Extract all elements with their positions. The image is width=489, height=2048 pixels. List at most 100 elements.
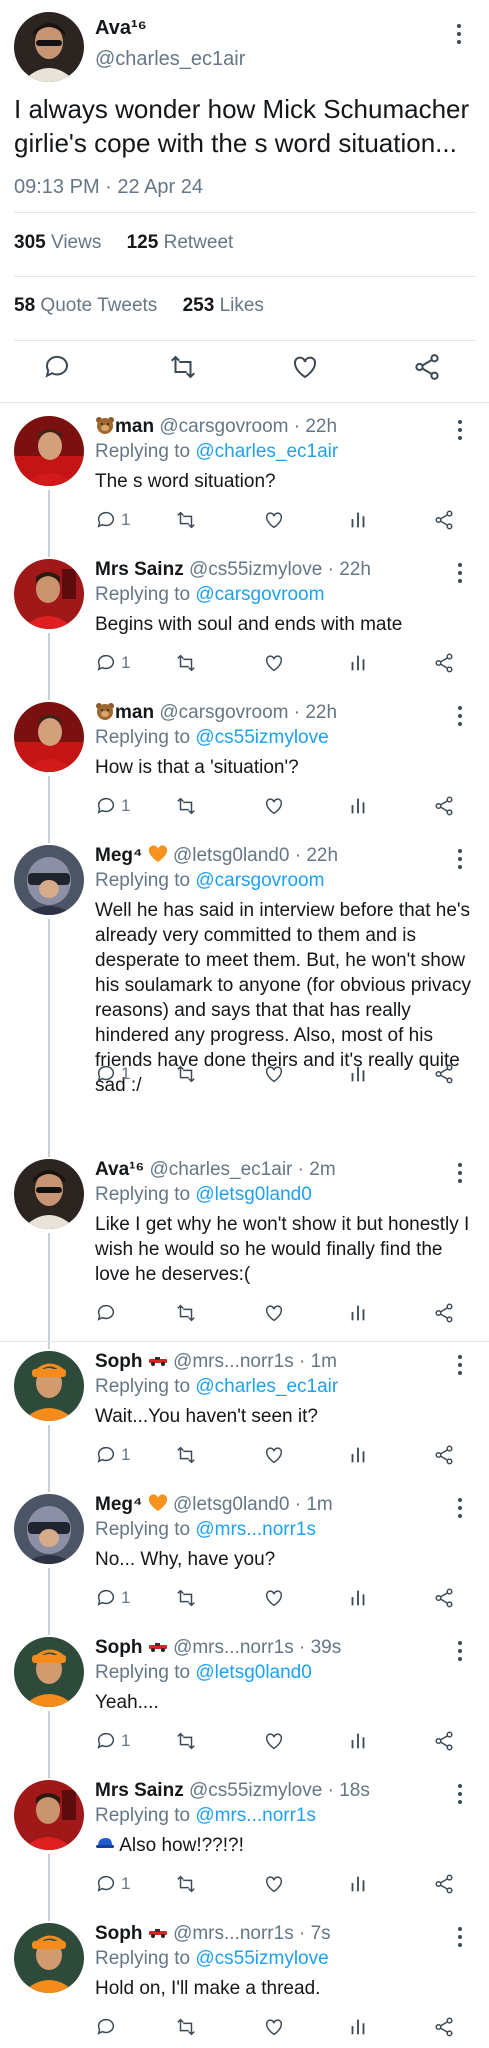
analytics-icon[interactable] xyxy=(347,1587,369,1609)
likes-label[interactable]: Likes xyxy=(220,295,264,316)
retweet-icon[interactable] xyxy=(175,795,197,817)
more-options-icon[interactable] xyxy=(457,1927,463,1949)
retweet-icon[interactable] xyxy=(175,1444,197,1466)
avatar[interactable] xyxy=(14,1351,84,1421)
like-icon[interactable] xyxy=(263,1063,285,1085)
retweet-icon[interactable] xyxy=(175,1730,197,1752)
analytics-icon[interactable] xyxy=(347,2016,369,2038)
display-name[interactable]: Ava¹⁶ xyxy=(95,17,147,40)
share-icon[interactable] xyxy=(412,352,450,390)
like-icon[interactable] xyxy=(290,352,328,390)
reply-icon[interactable] xyxy=(95,509,117,531)
reply-icon[interactable] xyxy=(95,795,117,817)
share-icon[interactable] xyxy=(433,2016,455,2038)
more-options-icon[interactable] xyxy=(457,849,463,871)
share-icon[interactable] xyxy=(433,509,455,531)
more-options-icon[interactable] xyxy=(457,1355,463,1377)
retweet-icon[interactable] xyxy=(175,652,197,674)
display-name[interactable]: man xyxy=(115,416,154,437)
more-options-icon[interactable] xyxy=(457,706,463,728)
username[interactable]: @charles_ec1air xyxy=(95,48,245,71)
quote-label[interactable]: Quote Tweets xyxy=(40,295,157,316)
username-and-time[interactable]: @mrs...norr1s · 7s xyxy=(173,1923,331,1944)
reply-icon[interactable] xyxy=(95,1302,117,1324)
analytics-icon[interactable] xyxy=(347,1730,369,1752)
like-icon[interactable] xyxy=(263,1873,285,1895)
avatar[interactable] xyxy=(14,1923,84,1993)
like-icon[interactable] xyxy=(263,1587,285,1609)
username-and-time[interactable]: @cs55izmylove · 18s xyxy=(189,1780,370,1801)
replying-to-link[interactable]: @mrs...norr1s xyxy=(195,1805,316,1826)
retweet-icon[interactable] xyxy=(175,2016,197,2038)
more-options-icon[interactable] xyxy=(457,1163,463,1185)
retweet-label[interactable]: Retweet xyxy=(164,232,234,253)
share-icon[interactable] xyxy=(433,1873,455,1895)
username-and-time[interactable]: @mrs...norr1s · 39s xyxy=(173,1637,341,1658)
avatar[interactable] xyxy=(14,1780,84,1850)
analytics-icon[interactable] xyxy=(347,509,369,531)
replying-to-link[interactable]: @mrs...norr1s xyxy=(195,1519,316,1540)
more-options-icon[interactable] xyxy=(456,24,462,46)
display-name[interactable]: Ava¹⁶ xyxy=(95,1159,144,1180)
share-icon[interactable] xyxy=(433,1063,455,1085)
analytics-icon[interactable] xyxy=(347,1444,369,1466)
share-icon[interactable] xyxy=(433,1587,455,1609)
analytics-icon[interactable] xyxy=(347,1302,369,1324)
analytics-icon[interactable] xyxy=(347,1063,369,1085)
display-name[interactable]: Mrs Sainz xyxy=(95,559,184,580)
display-name[interactable]: man xyxy=(115,702,154,723)
like-icon[interactable] xyxy=(263,1730,285,1752)
share-icon[interactable] xyxy=(433,795,455,817)
retweet-icon[interactable] xyxy=(175,509,197,531)
retweet-icon[interactable] xyxy=(175,1587,197,1609)
avatar[interactable] xyxy=(14,702,84,772)
reply-icon[interactable] xyxy=(95,1873,117,1895)
username-and-time[interactable]: @carsgovroom · 22h xyxy=(159,416,337,437)
username-and-time[interactable]: @cs55izmylove · 22h xyxy=(189,559,371,580)
more-options-icon[interactable] xyxy=(457,563,463,585)
reply-icon[interactable] xyxy=(95,1444,117,1466)
avatar[interactable] xyxy=(14,1159,84,1229)
like-icon[interactable] xyxy=(263,652,285,674)
username-and-time[interactable]: @mrs...norr1s · 1m xyxy=(173,1351,337,1372)
analytics-icon[interactable] xyxy=(347,795,369,817)
avatar[interactable] xyxy=(14,1494,84,1564)
replying-to-link[interactable]: @carsgovroom xyxy=(195,870,324,891)
username-and-time[interactable]: @charles_ec1air · 2m xyxy=(150,1159,336,1180)
like-icon[interactable] xyxy=(263,1444,285,1466)
reply-icon[interactable] xyxy=(42,352,80,390)
share-icon[interactable] xyxy=(433,1730,455,1752)
replying-to-link[interactable]: @letsg0land0 xyxy=(195,1184,311,1205)
analytics-icon[interactable] xyxy=(347,1873,369,1895)
retweet-icon[interactable] xyxy=(175,1302,197,1324)
analytics-icon[interactable] xyxy=(347,652,369,674)
display-name[interactable]: Meg⁴ xyxy=(95,845,142,866)
like-icon[interactable] xyxy=(263,1302,285,1324)
display-name[interactable]: Soph xyxy=(95,1351,143,1372)
display-name[interactable]: Soph xyxy=(95,1923,143,1944)
replying-to-link[interactable]: @cs55izmylove xyxy=(195,727,328,748)
reply-icon[interactable] xyxy=(95,1587,117,1609)
reply-icon[interactable] xyxy=(95,2016,117,2038)
retweet-icon[interactable] xyxy=(168,352,206,390)
more-options-icon[interactable] xyxy=(457,1498,463,1520)
username-and-time[interactable]: @letsg0land0 · 1m xyxy=(173,1494,333,1515)
avatar[interactable] xyxy=(14,416,84,486)
avatar[interactable] xyxy=(14,12,84,82)
retweet-icon[interactable] xyxy=(175,1873,197,1895)
display-name[interactable]: Mrs Sainz xyxy=(95,1780,184,1801)
reply-icon[interactable] xyxy=(95,1730,117,1752)
like-icon[interactable] xyxy=(263,2016,285,2038)
username-and-time[interactable]: @letsg0land0 · 22h xyxy=(173,845,338,866)
share-icon[interactable] xyxy=(433,1444,455,1466)
quote-count[interactable]: 58 xyxy=(14,295,35,316)
like-icon[interactable] xyxy=(263,795,285,817)
username-and-time[interactable]: @carsgovroom · 22h xyxy=(159,702,337,723)
avatar[interactable] xyxy=(14,559,84,629)
display-name[interactable]: Soph xyxy=(95,1637,143,1658)
like-icon[interactable] xyxy=(263,509,285,531)
reply-icon[interactable] xyxy=(95,652,117,674)
retweet-count[interactable]: 125 xyxy=(127,232,159,253)
avatar[interactable] xyxy=(14,1637,84,1707)
likes-count[interactable]: 253 xyxy=(183,295,215,316)
